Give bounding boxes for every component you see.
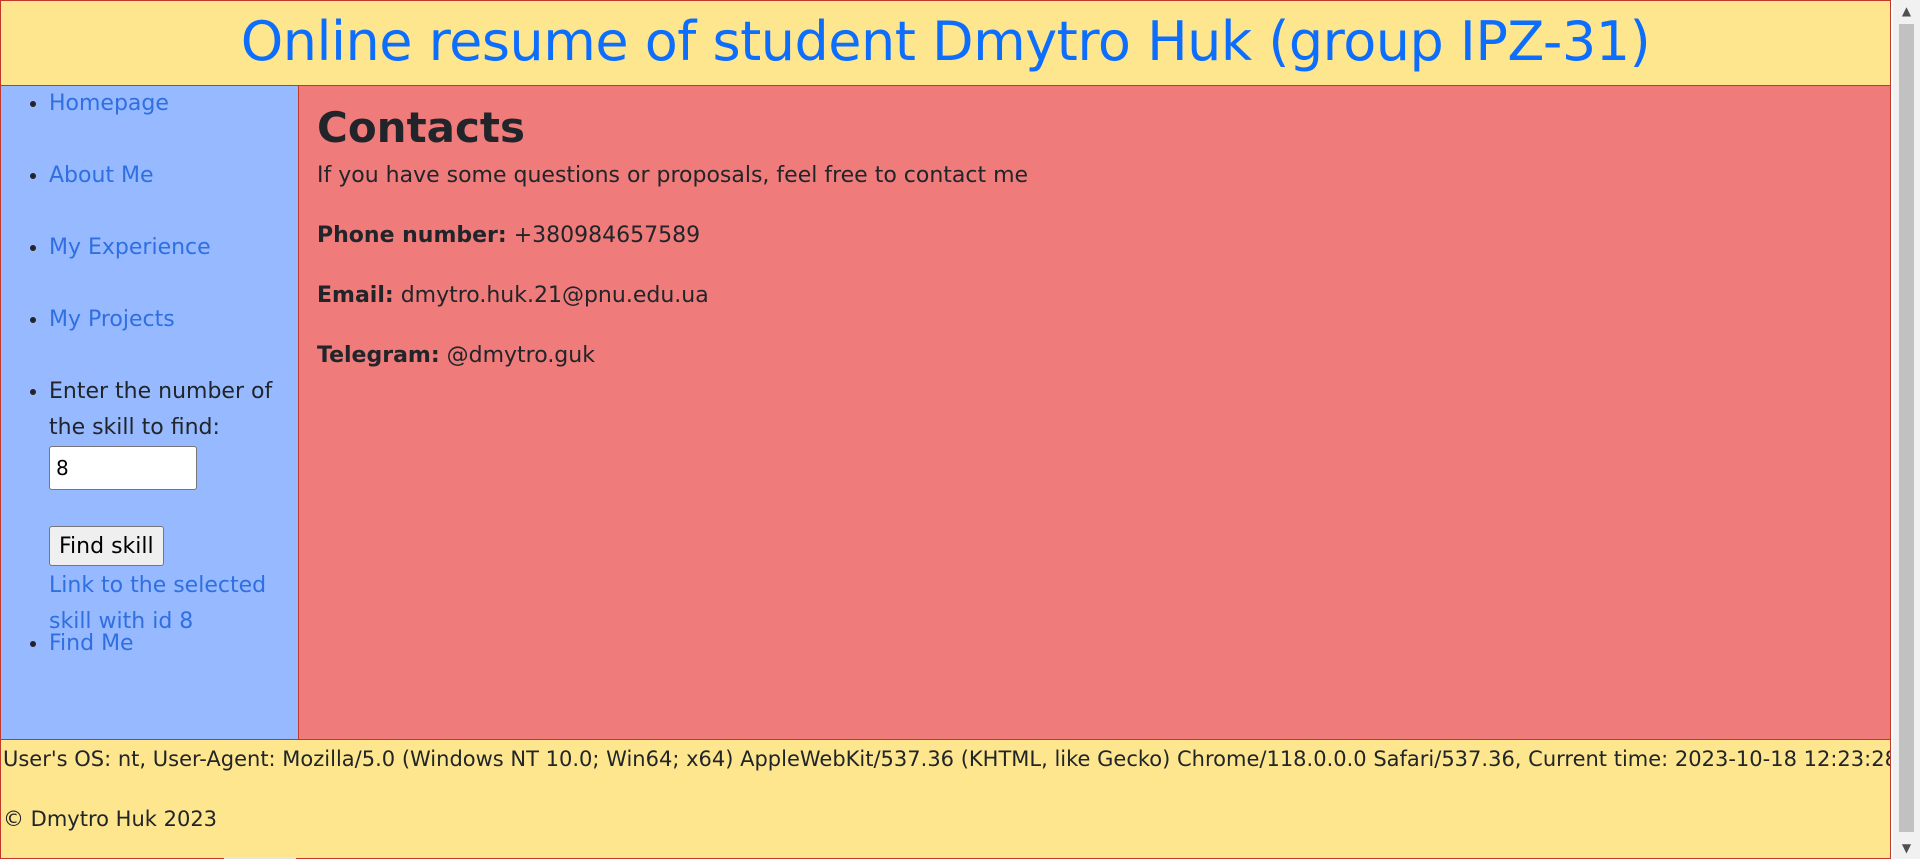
find-me-link[interactable]: Find Me: [49, 631, 134, 656]
email-value: dmytro.huk.21@pnu.edu.ua: [400, 283, 709, 308]
site-footer: User's OS: nt, User-Agent: Mozilla/5.0 (…: [0, 739, 1891, 859]
main-content: Contacts If you have some questions or p…: [299, 86, 1891, 739]
my-projects-link[interactable]: My Projects: [49, 307, 175, 332]
skill-number-input[interactable]: [49, 446, 197, 490]
phone-label: Phone number:: [317, 223, 507, 248]
nav-item-my-experience: My Experience: [49, 230, 298, 302]
telegram-row: Telegram: @dmytro.guk: [317, 342, 1872, 370]
nav-item-skill-search: Enter the number of the skill to find: F…: [49, 374, 298, 634]
email-row: Email: dmytro.huk.21@pnu.edu.ua: [317, 282, 1872, 310]
sidebar-nav: Homepage About Me My Experience My Proje…: [0, 86, 299, 739]
page: Online resume of student Dmytro Huk (gro…: [0, 0, 1893, 859]
phone-row: Phone number: +380984657589: [317, 222, 1872, 250]
skill-search-label: Enter the number of the skill to find:: [49, 379, 273, 440]
user-agent-info: User's OS: nt, User-Agent: Mozilla/5.0 (…: [3, 747, 1890, 771]
site-header: Online resume of student Dmytro Huk (gro…: [0, 0, 1891, 86]
nav-item-about-me: About Me: [49, 158, 298, 230]
contacts-intro: If you have some questions or proposals,…: [317, 163, 1029, 188]
nav-item-homepage: Homepage: [49, 86, 298, 158]
nav-item-my-projects: My Projects: [49, 302, 298, 374]
contacts-heading: Contacts: [317, 103, 525, 152]
telegram-value: @dmytro.guk: [446, 343, 595, 368]
vertical-scrollbar[interactable]: ▲ ▼: [1893, 0, 1920, 859]
chevron-up-icon[interactable]: ▲: [1893, 0, 1920, 22]
my-experience-link[interactable]: My Experience: [49, 235, 211, 260]
phone-value: +380984657589: [513, 223, 701, 248]
scrollbar-thumb[interactable]: [1899, 24, 1914, 832]
homepage-link[interactable]: Homepage: [49, 91, 169, 116]
copyright-text: © Dmytro Huk 2023: [3, 807, 218, 831]
about-me-link[interactable]: About Me: [49, 163, 154, 188]
nav-list: Homepage About Me My Experience My Proje…: [1, 86, 298, 698]
page-title: Online resume of student Dmytro Huk (gro…: [240, 10, 1651, 73]
find-skill-button[interactable]: Find skill: [49, 526, 164, 566]
email-label: Email:: [317, 283, 394, 308]
chevron-down-icon[interactable]: ▼: [1893, 837, 1920, 859]
telegram-label: Telegram:: [317, 343, 440, 368]
